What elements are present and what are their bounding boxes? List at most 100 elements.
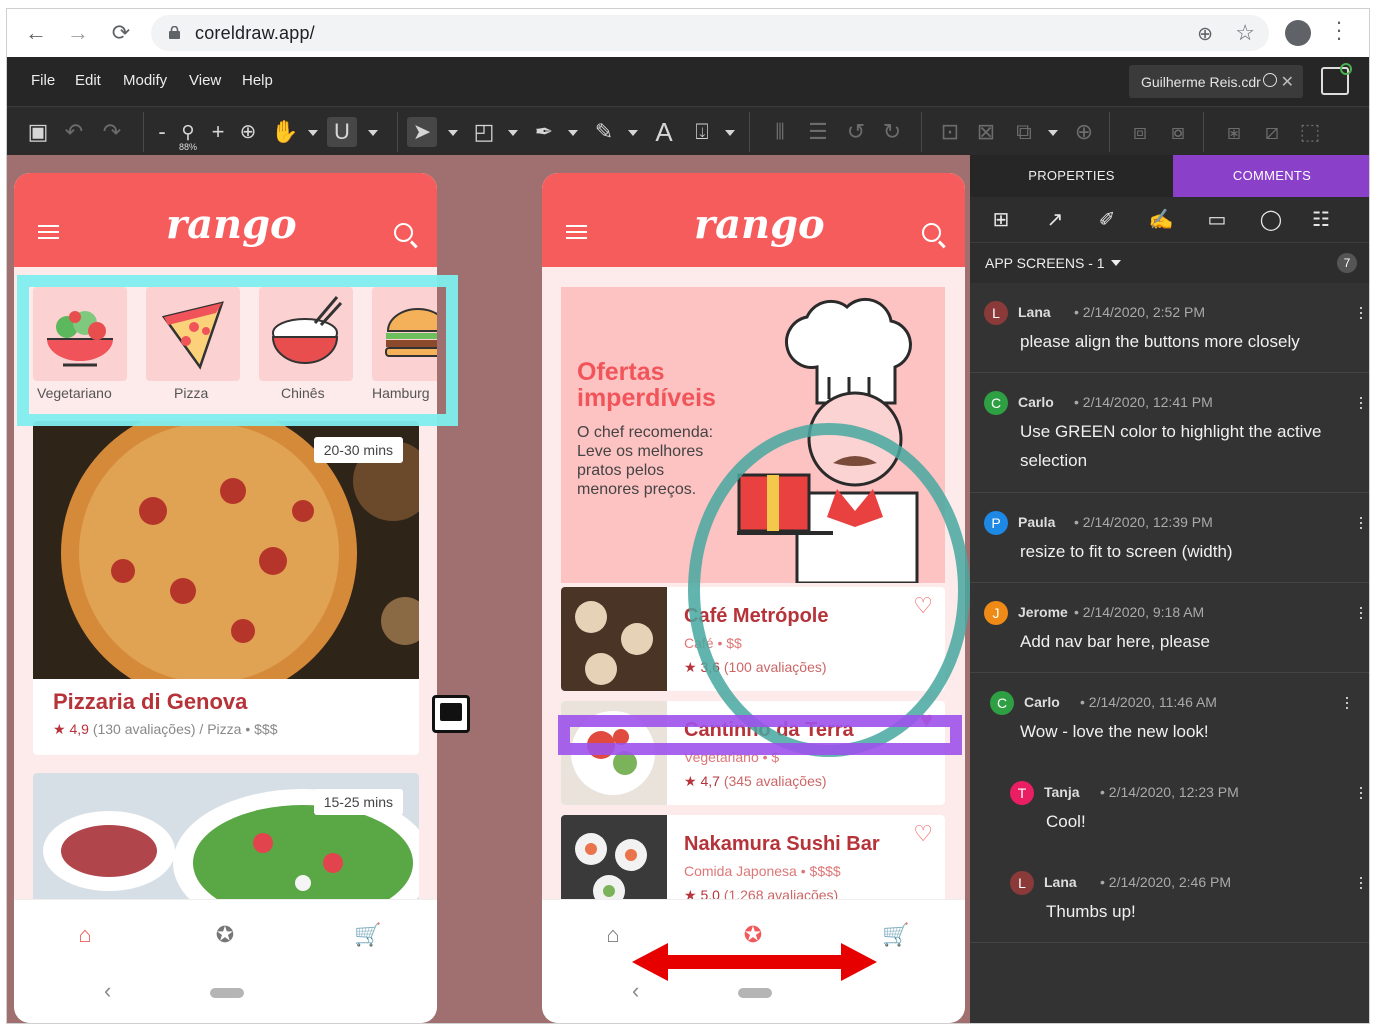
chevron-down-icon[interactable] xyxy=(1111,260,1121,266)
import-icon[interactable]: ⍗ xyxy=(687,117,717,147)
menu-file[interactable]: File xyxy=(31,72,55,89)
forward-arrow-icon[interactable]: → xyxy=(66,21,90,45)
trim-icon[interactable]: ⧇ xyxy=(1163,117,1193,147)
comments-panel: PROPERTIES COMMENTS ⊞ ↗ ✐ ✍ ▭ ◯ ☷ APP SC… xyxy=(970,155,1369,1023)
comment-more-icon[interactable]: · · · xyxy=(1358,388,1364,416)
cart-icon[interactable]: 🛒 xyxy=(354,922,381,948)
group-icon[interactable]: ⊡ xyxy=(935,117,965,147)
comment-item[interactable]: C Carlo • 2/14/2020, 11:46 AM Wow - love th… xyxy=(970,673,1369,763)
comment-more-icon[interactable]: · · · xyxy=(1344,688,1350,716)
fill-tool-icon[interactable]: ✎ xyxy=(589,117,619,147)
intersect-icon[interactable]: ⧆ xyxy=(1219,117,1249,147)
toolbar-divider xyxy=(749,112,750,152)
ungroup-icon[interactable]: ⊠ xyxy=(971,117,1001,147)
order-icon[interactable]: ⊕ xyxy=(1069,117,1099,147)
rotate-right-icon[interactable]: ↻ xyxy=(877,117,907,147)
android-back-icon[interactable]: ‹ xyxy=(104,978,111,1004)
comment-item[interactable]: L Lana • 2/14/2020, 2:52 PM please align th… xyxy=(970,283,1369,373)
selection-highlight-cyan xyxy=(17,275,458,426)
featured-restaurant-card[interactable]: 20-30 mins Pizzaria di Genova ★ 4,9 (130… xyxy=(33,421,419,755)
search-icon[interactable] xyxy=(394,223,413,242)
align-icon[interactable]: ⫴ xyxy=(765,117,795,147)
menu-hamburger-icon[interactable] xyxy=(566,225,587,239)
redo-icon[interactable]: ↷ xyxy=(97,117,127,147)
undo-icon[interactable]: ↶ xyxy=(59,117,89,147)
boundary-icon[interactable]: ⬚ xyxy=(1295,117,1325,147)
browser-menu-icon[interactable]: · · · xyxy=(1333,11,1345,49)
text-tool-icon[interactable]: A xyxy=(649,117,679,147)
comment-item[interactable]: J Jerome • 2/14/2020, 9:18 AM Add nav bar h… xyxy=(970,583,1369,673)
comment-timestamp: • 2/14/2020, 12:39 PM xyxy=(1074,514,1213,530)
offers-badge-icon[interactable]: ✪ xyxy=(212,922,238,948)
comment-item[interactable]: L Lana • 2/14/2020, 2:46 PM Thumbs up! · · · xyxy=(970,853,1369,943)
pen-tool-icon[interactable]: ✒ xyxy=(529,117,559,147)
zoom-fit-icon[interactable]: ⊕ xyxy=(233,117,263,147)
save-icon[interactable]: ▣ xyxy=(23,117,53,147)
android-home-pill[interactable] xyxy=(210,988,244,998)
home-icon[interactable]: ⌂ xyxy=(72,922,98,948)
menu-edit[interactable]: Edit xyxy=(75,72,101,89)
add-circle-icon[interactable]: ⊕ xyxy=(1197,23,1213,46)
comment-more-icon[interactable]: · · · xyxy=(1358,598,1364,626)
restaurant-card-2[interactable]: 15-25 mins xyxy=(33,773,419,903)
snap-dropdown-icon[interactable] xyxy=(368,130,378,136)
address-bar[interactable]: coreldraw.app/ ⊕ ☆ xyxy=(151,15,1269,51)
double-arrow-annotation xyxy=(632,943,877,981)
comment-timestamp: • 2/14/2020, 9:18 AM xyxy=(1074,604,1205,620)
comment-item[interactable]: T Tanja • 2/14/2020, 12:23 PM Cool! · · · xyxy=(970,763,1369,853)
freehand-icon[interactable]: ✍ xyxy=(1148,207,1174,233)
pick-tool-icon[interactable]: ➤ xyxy=(407,117,437,147)
profile-avatar-icon[interactable] xyxy=(1285,20,1311,46)
comment-more-icon[interactable]: · · · xyxy=(1358,868,1364,896)
import-dropdown-icon[interactable] xyxy=(725,130,735,136)
menu-view[interactable]: View xyxy=(189,72,221,89)
add-comment-icon[interactable]: ⊞ xyxy=(988,207,1014,233)
comment-more-icon[interactable]: · · · xyxy=(1358,778,1364,806)
close-document-icon[interactable]: ✕ xyxy=(1281,72,1294,92)
pick-dropdown-icon[interactable] xyxy=(448,130,458,136)
shape-dropdown-icon[interactable] xyxy=(508,130,518,136)
page-selector[interactable]: APP SCREENS - 1 7 xyxy=(970,243,1369,283)
pan-hand-icon[interactable]: ✋ xyxy=(270,117,300,147)
document-tab[interactable]: Guilherme Reis.cdr ✕ xyxy=(1129,65,1303,98)
comment-more-icon[interactable]: · · · xyxy=(1358,298,1364,326)
shape-tool-icon[interactable]: ◰ xyxy=(469,117,499,147)
cart-icon[interactable]: 🛒 xyxy=(882,922,909,948)
rectangle-annotation-icon[interactable]: ▭ xyxy=(1204,207,1230,233)
tab-comments[interactable]: COMMENTS xyxy=(1173,155,1369,197)
android-back-icon[interactable]: ‹ xyxy=(632,978,639,1004)
pan-dropdown-icon[interactable] xyxy=(308,130,318,136)
arrange-icon[interactable]: ⧉ xyxy=(1009,117,1039,147)
reload-icon[interactable]: ⟳ xyxy=(109,21,133,45)
arrow-annotation-icon[interactable]: ↗ xyxy=(1042,207,1068,233)
menu-hamburger-icon[interactable] xyxy=(38,225,59,239)
home-icon[interactable]: ⌂ xyxy=(600,922,626,948)
panel-tabs: PROPERTIES COMMENTS xyxy=(970,155,1369,197)
menu-modify[interactable]: Modify xyxy=(123,72,167,89)
pen-dropdown-icon[interactable] xyxy=(568,130,578,136)
weld-icon[interactable]: ⧈ xyxy=(1125,117,1155,147)
drawing-canvas[interactable]: rango Vegetariano Pizza Chinês Hamburg 2… xyxy=(7,155,970,1023)
tab-properties[interactable]: PROPERTIES xyxy=(970,155,1173,197)
comment-item[interactable]: C Carlo • 2/14/2020, 12:41 PM Use GREEN col… xyxy=(970,373,1369,493)
distribute-icon[interactable]: ☰ xyxy=(803,117,833,147)
account-icon[interactable] xyxy=(1321,63,1352,95)
back-arrow-icon[interactable]: ← xyxy=(24,21,48,45)
heart-outline-icon[interactable]: ♡ xyxy=(913,821,933,847)
bookmark-star-icon[interactable]: ☆ xyxy=(1235,20,1255,46)
menu-help[interactable]: Help xyxy=(242,72,273,89)
arrange-dropdown-icon[interactable] xyxy=(1048,130,1058,136)
highlighter-icon[interactable]: ✐ xyxy=(1094,207,1120,233)
comment-item[interactable]: P Paula • 2/14/2020, 12:39 PM resize to fit… xyxy=(970,493,1369,583)
ellipse-annotation-icon[interactable]: ◯ xyxy=(1258,207,1284,233)
rotate-left-icon[interactable]: ↺ xyxy=(841,117,871,147)
comment-more-icon[interactable]: · · · xyxy=(1358,508,1364,536)
simplify-icon[interactable]: ⧄ xyxy=(1257,117,1287,147)
search-icon[interactable] xyxy=(922,223,941,242)
android-home-pill[interactable] xyxy=(738,988,772,998)
settings-sliders-icon[interactable]: ☷ xyxy=(1308,207,1334,233)
comment-pin-icon[interactable] xyxy=(432,695,470,733)
zoom-in-icon[interactable]: + xyxy=(203,117,233,147)
fill-dropdown-icon[interactable] xyxy=(628,130,638,136)
snap-magnet-icon[interactable]: U xyxy=(327,117,357,147)
